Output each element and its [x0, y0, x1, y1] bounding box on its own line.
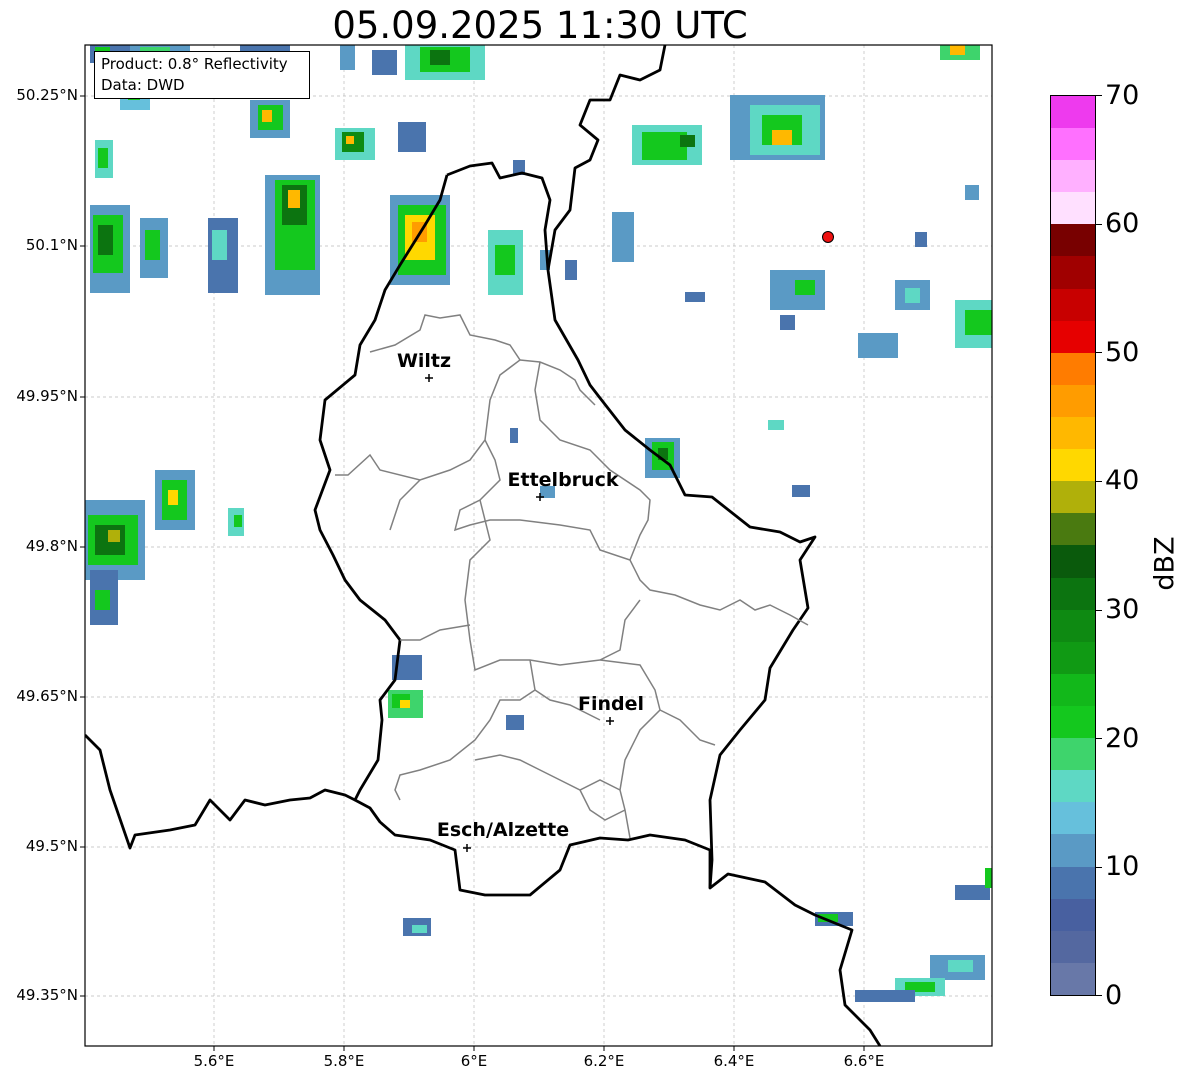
lat-label: 49.35°N — [16, 986, 78, 1004]
colorbar-segment — [1051, 384, 1095, 418]
lat-label: 50.25°N — [16, 86, 78, 104]
lat-label: 49.8°N — [25, 537, 78, 555]
colorbar-segment — [1051, 320, 1095, 353]
lon-label: 6°E — [460, 1052, 488, 1070]
colorbar-segment — [1051, 545, 1095, 578]
colorbar-segment — [1051, 449, 1095, 482]
colorbar-segment — [1051, 352, 1095, 385]
colorbar-tick-label: 10 — [1105, 851, 1140, 882]
colorbar-tick — [1096, 224, 1102, 225]
colorbar-tick-label: 70 — [1105, 80, 1140, 111]
lat-label: 49.5°N — [25, 837, 78, 855]
colorbar-segment — [1051, 641, 1095, 674]
colorbar-segment — [1051, 128, 1095, 161]
product-info-box: Product: 0.8° Reflectivity Data: DWD — [94, 51, 310, 99]
colorbar-tick-label: 40 — [1105, 465, 1140, 496]
lon-label: 5.6°E — [193, 1052, 235, 1070]
colorbar-segment — [1051, 160, 1095, 193]
colorbar-segment — [1051, 288, 1095, 321]
lon-label: 5.8°E — [323, 1052, 365, 1070]
colorbar-segment — [1051, 673, 1095, 707]
colorbar-tick — [1096, 867, 1102, 868]
colorbar-segment — [1051, 738, 1095, 771]
colorbar-segment — [1051, 256, 1095, 289]
colorbar-segment — [1051, 192, 1095, 225]
lat-label: 49.65°N — [16, 687, 78, 705]
colorbar-segment — [1051, 898, 1095, 931]
colorbar — [1050, 95, 1096, 996]
colorbar-segment — [1051, 706, 1095, 739]
colorbar-tick-label: 60 — [1105, 208, 1140, 239]
lon-label: 6.4°E — [713, 1052, 755, 1070]
colorbar-segment — [1051, 96, 1095, 129]
colorbar-segment — [1051, 417, 1095, 450]
lon-label: 6.6°E — [843, 1052, 885, 1070]
lat-label: 50.1°N — [25, 236, 78, 254]
colorbar-segment — [1051, 577, 1095, 610]
colorbar-tick-label: 0 — [1105, 980, 1123, 1011]
radar-site-marker — [822, 231, 834, 243]
colorbar-segment — [1051, 962, 1095, 995]
lon-label: 6.2°E — [583, 1052, 625, 1070]
colorbar-segment — [1051, 481, 1095, 514]
colorbar-tick-label: 30 — [1105, 594, 1140, 625]
city-label-ettelbruck: Ettelbruck — [507, 469, 619, 491]
city-label-esch: Esch/Alzette — [436, 819, 570, 841]
colorbar-segment — [1051, 224, 1095, 257]
colorbar-segment — [1051, 770, 1095, 803]
map-background — [85, 45, 992, 1046]
colorbar-tick — [1096, 481, 1102, 482]
colorbar-tick — [1096, 610, 1102, 611]
colorbar-segment — [1051, 513, 1095, 546]
colorbar-tick — [1096, 995, 1102, 996]
colorbar-segment — [1051, 802, 1095, 835]
colorbar-tick — [1096, 352, 1102, 353]
colorbar-label: dBZ — [1149, 536, 1181, 591]
colorbar-tick — [1096, 738, 1102, 739]
colorbar-tick — [1096, 95, 1102, 96]
city-label-findel: Findel — [577, 693, 645, 715]
city-label-wiltz: Wiltz — [396, 350, 452, 372]
lat-label: 49.95°N — [16, 387, 78, 405]
colorbar-segment — [1051, 834, 1095, 867]
colorbar-segment — [1051, 609, 1095, 642]
colorbar-segment — [1051, 866, 1095, 899]
product-label: Product: 0.8° Reflectivity — [101, 55, 288, 73]
data-source-label: Data: DWD — [101, 76, 185, 94]
radar-map — [80, 44, 993, 1051]
colorbar-tick-label: 50 — [1105, 337, 1140, 368]
colorbar-segment — [1051, 930, 1095, 963]
colorbar-tick-label: 20 — [1105, 723, 1140, 754]
